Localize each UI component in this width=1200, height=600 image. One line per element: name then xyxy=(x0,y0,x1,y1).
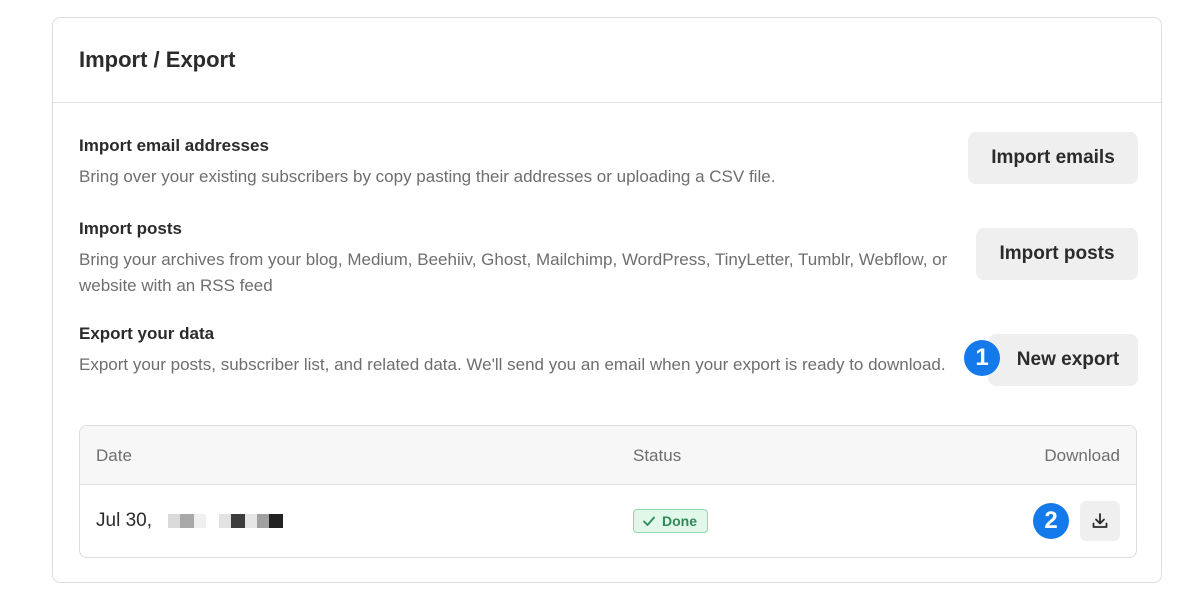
redacted-date-part xyxy=(168,514,208,528)
column-header-download: Download xyxy=(1044,446,1120,465)
redaction-pixels xyxy=(219,514,283,528)
import-emails-description: Bring over your existing subscribers by … xyxy=(79,167,776,186)
import-posts-title: Import posts xyxy=(79,219,182,238)
card-header: Import / Export xyxy=(53,18,1161,103)
step-badge-2: 2 xyxy=(1033,503,1069,539)
download-icon xyxy=(1092,513,1108,528)
table-header: Date Status Download xyxy=(80,426,1136,485)
status-label: Done xyxy=(662,513,697,529)
status-badge: Done xyxy=(633,509,708,533)
exports-table: Date Status Download Jul 30, Done 2 xyxy=(79,425,1137,558)
export-date: Jul 30, xyxy=(96,510,152,531)
import-emails-section: Import email addresses Bring over your e… xyxy=(79,136,949,190)
export-data-section: Export your data Export your posts, subs… xyxy=(79,324,949,378)
import-emails-title: Import email addresses xyxy=(79,136,269,155)
step-badge-1: 1 xyxy=(964,340,1000,376)
card-title: Import / Export xyxy=(79,47,236,72)
redaction-pixels xyxy=(168,514,206,528)
column-header-date: Date xyxy=(96,446,132,465)
redacted-time-part xyxy=(219,514,289,528)
check-icon xyxy=(643,516,655,526)
export-data-title: Export your data xyxy=(79,324,215,343)
import-posts-section: Import posts Bring your archives from yo… xyxy=(79,219,949,299)
new-export-button[interactable]: New export xyxy=(988,334,1138,386)
table-row: Jul 30, Done 2 xyxy=(80,485,1136,557)
import-emails-button[interactable]: Import emails xyxy=(968,132,1138,184)
import-posts-button[interactable]: Import posts xyxy=(976,228,1138,280)
download-button[interactable] xyxy=(1080,501,1120,541)
export-data-description: Export your posts, subscriber list, and … xyxy=(79,355,946,374)
column-header-status: Status xyxy=(633,446,682,465)
import-export-card: Import / Export Import email addresses B… xyxy=(52,17,1162,583)
import-posts-description: Bring your archives from your blog, Medi… xyxy=(79,250,948,295)
